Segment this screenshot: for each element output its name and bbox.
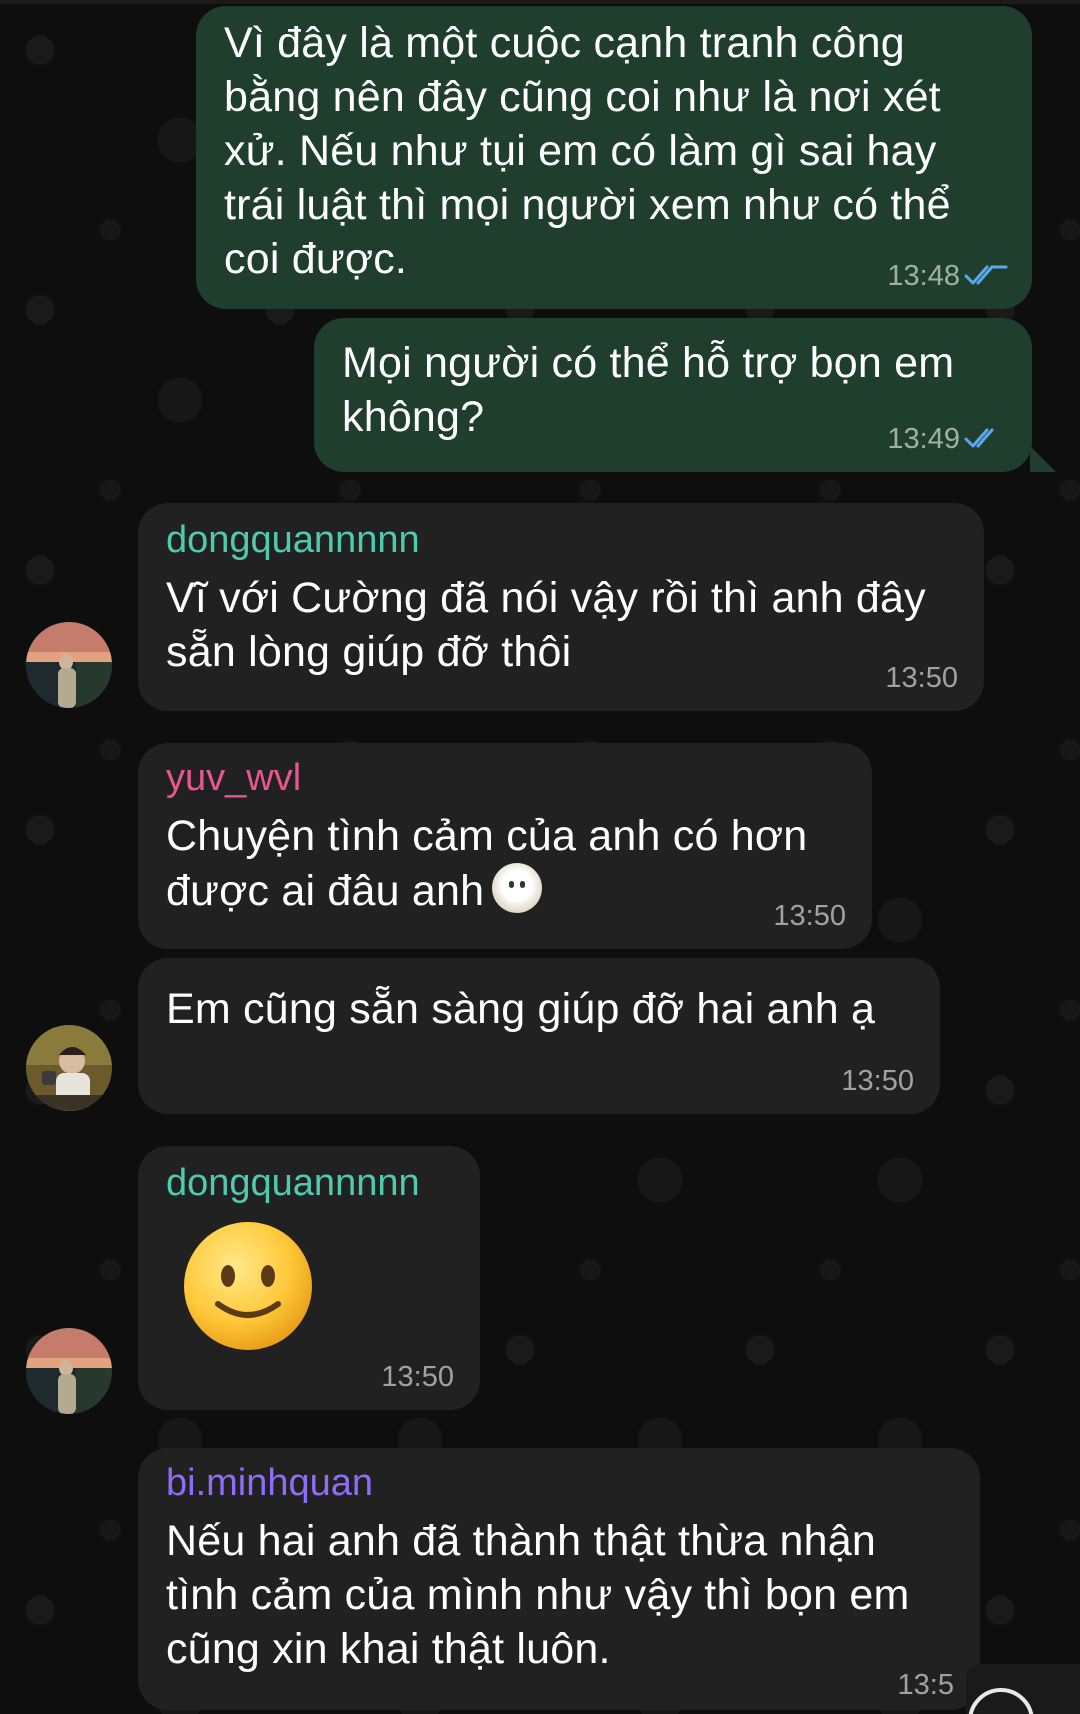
message-time: 13:49: [887, 423, 960, 455]
sender-name[interactable]: yuv_wvl: [166, 755, 844, 801]
incoming-message[interactable]: dongquannnnn 13:50: [138, 1146, 480, 1410]
chat-view[interactable]: Vì đây là một cuộc cạnh tranh công bằng …: [0, 0, 1080, 1714]
sender-name[interactable]: dongquannnnn: [166, 517, 956, 563]
message-time: 13:50: [841, 1065, 914, 1097]
message-time: 13:50: [381, 1361, 454, 1393]
sender-name[interactable]: bi.minhquan: [166, 1460, 952, 1506]
avatar[interactable]: [26, 1025, 112, 1111]
double-check-icon: [964, 265, 1008, 285]
incoming-message[interactable]: Em cũng sẵn sàng giúp đỡ hai anh ạ 13:50: [138, 958, 940, 1114]
avatar[interactable]: [26, 1328, 112, 1414]
message-time: 13:50: [773, 900, 846, 932]
message-text: Em cũng sẵn sàng giúp đỡ hai anh ạ: [166, 985, 876, 1033]
message-time: 13:5: [897, 1669, 954, 1701]
incoming-message[interactable]: dongquannnnn Vĩ với Cường đã nói vậy rồi…: [138, 503, 984, 711]
sender-name[interactable]: dongquannnnn: [166, 1160, 452, 1206]
avatar[interactable]: [26, 622, 112, 708]
message-text: Vĩ với Cường đã nói vậy rồi thì anh đây …: [166, 574, 926, 676]
message-text: Vì đây là một cuộc cạnh tranh công bằng …: [224, 19, 951, 283]
message-text: Nếu hai anh đã thành thật thừa nhận tình…: [166, 1517, 910, 1673]
double-check-icon: [964, 428, 994, 448]
outgoing-message[interactable]: Mọi người có thể hỗ trợ bọn em không? 13…: [314, 318, 1032, 472]
message-text-content: Chuyện tình cảm của anh có hơn được ai đ…: [166, 812, 808, 915]
slightly-smiling-face-icon: [184, 1222, 312, 1350]
bubble-tail: [1030, 446, 1056, 472]
outgoing-message[interactable]: Vì đây là một cuộc cạnh tranh công bằng …: [196, 6, 1032, 309]
incoming-message[interactable]: bi.minhquan Nếu hai anh đã thành thật th…: [138, 1448, 980, 1710]
top-divider: [0, 0, 1080, 4]
smiling-face-in-clouds-icon: [492, 863, 543, 913]
message-time: 13:50: [885, 662, 958, 694]
message-text: Chuyện tình cảm của anh có hơn được ai đ…: [166, 809, 844, 918]
message-time: 13:48: [887, 260, 960, 292]
incoming-message[interactable]: yuv_wvl Chuyện tình cảm của anh có hơn đ…: [138, 743, 872, 949]
